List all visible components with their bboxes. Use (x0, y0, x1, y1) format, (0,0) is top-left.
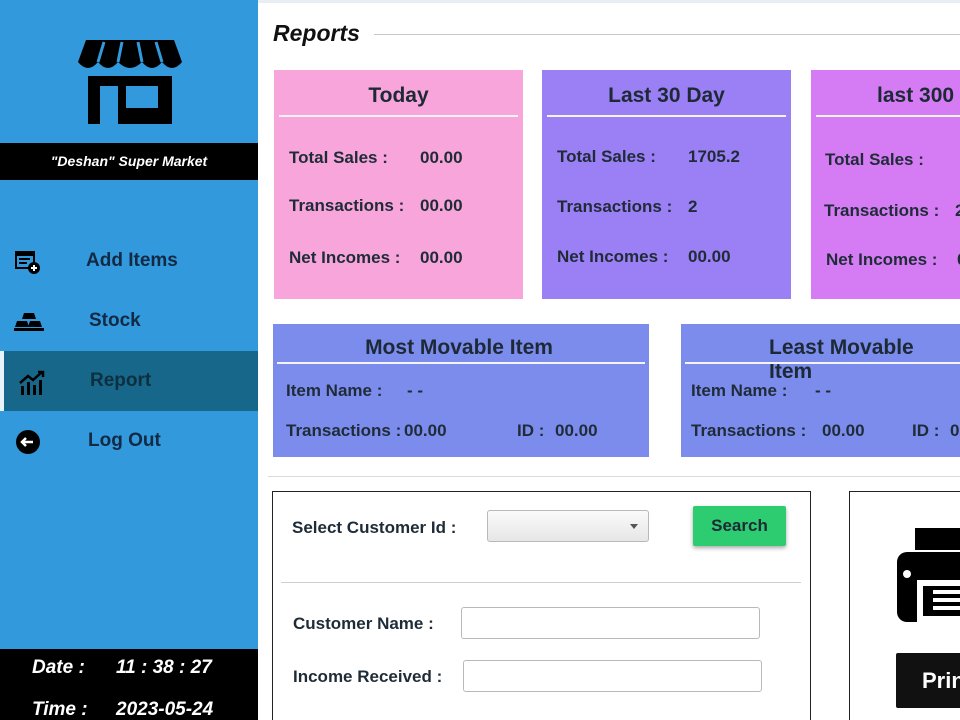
report-card-last-30-day: Last 30 Day Total Sales :1705.2 Transact… (542, 70, 791, 299)
customer-id-select[interactable] (487, 510, 649, 542)
item-name-row: Item Name :- - (691, 381, 832, 400)
card-title: last 300 (877, 84, 955, 107)
printer-icon (893, 522, 960, 622)
title-divider (374, 34, 960, 35)
card-row-transactions: Transactions :2 (824, 201, 960, 220)
date-value: 11 : 38 : 27 (116, 657, 212, 678)
most-movable-item-card: Most Movable Item Item Name :- - Transac… (273, 324, 649, 457)
report-chart-icon (18, 369, 46, 395)
card-row-net-incomes: Net Incomes :0 (826, 250, 960, 269)
card-row-total-sales: Total Sales : (825, 150, 924, 169)
time-label: Time : (32, 699, 88, 720)
datetime-panel: Date : 11 : 38 : 27 Time : 2023-05-24 (0, 649, 258, 720)
chevron-down-icon (630, 524, 638, 529)
id-row: ID :00.00 (517, 421, 598, 440)
income-received-label: Income Received : (293, 667, 443, 686)
store-name: "Deshan" Super Market (0, 143, 258, 180)
search-button[interactable]: Search (693, 506, 786, 546)
transactions-row: Transactions :00.00 (691, 421, 865, 440)
card-title: Most Movable Item (365, 336, 553, 359)
card-divider (547, 115, 786, 117)
logout-icon (14, 429, 42, 455)
card-divider (816, 115, 960, 117)
stock-icon (14, 309, 44, 335)
top-divider (258, 0, 960, 3)
sidebar: "Deshan" Super Market Add Items Stock Re… (0, 0, 258, 720)
customer-name-label: Customer Name : (293, 614, 434, 633)
card-row-net-incomes: Net Incomes :00.00 (557, 247, 731, 266)
add-item-icon (14, 249, 42, 275)
nav-label: Add Items (86, 250, 178, 271)
print-panel: Print (849, 491, 960, 720)
least-movable-item-card: Least Movable Item Item Name :- - Transa… (681, 324, 960, 457)
page-title: Reports (273, 20, 360, 46)
report-card-today: Today Total Sales :00.00 Transactions :0… (274, 70, 523, 299)
date-label: Date : (32, 657, 85, 678)
card-title: Today (368, 84, 429, 107)
card-divider (277, 362, 645, 364)
income-received-field[interactable] (463, 660, 762, 692)
nav-log-out[interactable]: Log Out (0, 411, 258, 471)
card-title: Least Movable Item (769, 336, 914, 383)
card-row-transactions: Transactions :00.00 (289, 196, 463, 215)
select-customer-label: Select Customer Id : (292, 518, 457, 537)
customer-name-field[interactable] (461, 607, 760, 639)
card-row-transactions: Transactions :2 (557, 197, 698, 216)
item-name-row: Item Name :- - (286, 381, 424, 400)
panel-divider (281, 582, 801, 583)
nav-add-items[interactable]: Add Items (0, 231, 258, 291)
nav-label: Log Out (88, 430, 161, 451)
transactions-row: Transactions :00.00 (286, 421, 447, 440)
card-divider (685, 362, 960, 364)
card-title: Last 30 Day (608, 84, 725, 107)
print-button[interactable]: Print (896, 653, 960, 708)
card-row-net-incomes: Net Incomes :00.00 (289, 248, 463, 267)
time-value: 2023-05-24 (116, 699, 214, 720)
report-card-last-300: last 300 Total Sales : Transactions :2 N… (811, 70, 960, 299)
nav-stock[interactable]: Stock (0, 291, 258, 351)
id-row: ID :00.00 (912, 421, 960, 440)
card-divider (279, 115, 518, 117)
nav-report[interactable]: Report (0, 351, 258, 411)
section-divider (268, 476, 960, 477)
card-row-total-sales: Total Sales :00.00 (289, 148, 463, 167)
customer-panel: Select Customer Id : Search Customer Nam… (272, 491, 811, 720)
nav-label: Stock (89, 310, 141, 331)
nav-label: Report (90, 370, 152, 391)
card-row-total-sales: Total Sales :1705.2 (557, 147, 740, 166)
store-logo-icon (70, 30, 190, 130)
